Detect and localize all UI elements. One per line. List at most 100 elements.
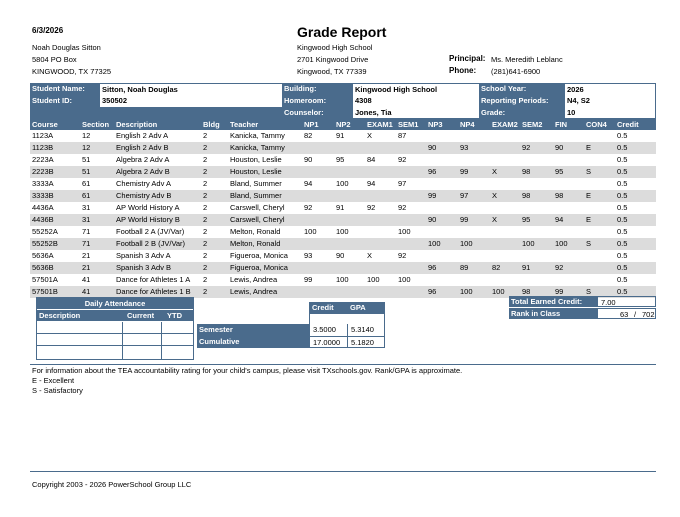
- table-cell: S: [586, 167, 592, 176]
- cumulative-credit: 17.0000: [309, 336, 347, 348]
- col-header: Course: [32, 120, 58, 129]
- attendance-title: Daily Attendance: [37, 298, 193, 309]
- table-cell: 0.5: [617, 155, 628, 164]
- col-header: FIN: [555, 120, 568, 129]
- attendance-col: Current: [127, 311, 155, 320]
- table-cell: 0.5: [617, 215, 628, 224]
- col-header: NP3: [428, 120, 443, 129]
- phone-label: Phone:: [449, 66, 477, 75]
- table-cell: 0.5: [617, 251, 628, 260]
- table-cell: 0.5: [617, 143, 628, 152]
- table-cell: 51: [82, 167, 91, 176]
- grades-table: Course Section Description Bldg Teacher …: [30, 119, 656, 298]
- table-cell: Spanish 3 Adv B: [116, 263, 172, 272]
- table-cell: Carswell, Cheryl: [230, 203, 285, 212]
- counselor: Jones, Tia: [353, 107, 479, 119]
- table-cell: 100: [492, 287, 505, 296]
- table-cell: 21: [82, 251, 91, 260]
- table-cell: 61: [82, 191, 91, 200]
- table-cell: 100: [460, 287, 473, 296]
- student-address-line: Noah Douglas Sitton: [32, 43, 101, 52]
- attendance-col: YTD: [167, 311, 182, 320]
- col-header: Bldg: [203, 120, 220, 129]
- rank-of: 702: [642, 310, 655, 319]
- cumulative-label: Cumulative: [197, 336, 309, 348]
- table-cell: 90: [304, 155, 313, 164]
- table-cell: 92: [555, 263, 564, 272]
- table-row: 55252B 71 Football 2 B (JV/Var) 2 Melton, Ro…: [30, 238, 656, 250]
- page-title: Grade Report: [297, 24, 387, 40]
- report-date: 6/3/2026: [32, 26, 64, 35]
- student-id: 350502: [100, 95, 282, 107]
- table-row: 4436A 31 AP World History A 2 Carswell, Cher…: [30, 202, 656, 214]
- table-cell: 5636B: [32, 263, 54, 272]
- table-cell: Figueroa, Monica: [230, 251, 288, 260]
- info-blank: [30, 107, 282, 119]
- table-cell: 100: [555, 239, 568, 248]
- table-cell: 0.5: [617, 203, 628, 212]
- cumulative-gpa: 5.1820: [347, 336, 385, 348]
- table-cell: 99: [460, 167, 469, 176]
- table-row: 3333B 61 Chemistry Adv B 2 Bland, Summer 99 97…: [30, 190, 656, 202]
- col-header: EXAM2: [492, 120, 518, 129]
- table-cell: 98: [522, 191, 531, 200]
- student-info-table: Student Name: Sitton, Noah Douglas Stude…: [30, 83, 656, 119]
- col-header: NP1: [304, 120, 319, 129]
- table-cell: 2: [203, 227, 208, 236]
- table-cell: 31: [82, 215, 91, 224]
- table-cell: English 2 Adv B: [116, 143, 169, 152]
- table-cell: 4436B: [32, 215, 54, 224]
- table-cell: 96: [428, 263, 437, 272]
- table-cell: 94: [555, 215, 564, 224]
- table-cell: Dance for Athletes 1 A: [116, 275, 191, 284]
- table-cell: 100: [367, 275, 380, 284]
- school-year-label: School Year:: [479, 83, 565, 95]
- table-cell: 84: [367, 155, 376, 164]
- student-address-line: KINGWOOD, TX 77325: [32, 67, 112, 76]
- table-cell: 71: [82, 227, 91, 236]
- attendance-grid: [37, 322, 193, 360]
- homeroom: 4308: [353, 95, 479, 107]
- table-cell: 2: [203, 215, 208, 224]
- table-cell: Kanicka, Tammy: [230, 143, 285, 152]
- table-cell: 97: [398, 179, 407, 188]
- grade: 10: [565, 107, 656, 119]
- col-header: Description: [116, 120, 158, 129]
- table-cell: Bland, Summer: [230, 179, 282, 188]
- gpa-box: Credit GPA Semester 3.5000 5.3140 Cumula…: [197, 302, 385, 350]
- table-cell: 82: [304, 131, 313, 140]
- tea-note: For information about the TEA accountabi…: [32, 366, 463, 375]
- rank-value: 63 / 702: [597, 308, 656, 319]
- grade-label: Grade:: [479, 107, 565, 119]
- table-cell: 99: [304, 275, 313, 284]
- table-cell: 2: [203, 143, 208, 152]
- table-cell: 51: [82, 155, 91, 164]
- copyright: Copyright 2003 - 2026 PowerSchool Group …: [32, 480, 192, 489]
- table-row: 2223A 51 Algebra 2 Adv A 2 Houston, Leslie 90…: [30, 154, 656, 166]
- table-cell: 0.5: [617, 179, 628, 188]
- table-cell: E: [586, 215, 592, 224]
- table-cell: 100: [336, 227, 349, 236]
- table-cell: Melton, Ronald: [230, 239, 281, 248]
- table-cell: 94: [304, 179, 313, 188]
- table-cell: 0.5: [617, 191, 628, 200]
- table-cell: 92: [398, 155, 407, 164]
- table-cell: 2: [203, 203, 208, 212]
- table-cell: X: [367, 131, 373, 140]
- table-cell: 92: [398, 251, 407, 260]
- table-cell: X: [492, 167, 498, 176]
- student-address-line: 5804 PO Box: [32, 55, 77, 64]
- table-cell: 100: [304, 227, 317, 236]
- table-cell: Chemistry Adv B: [116, 191, 172, 200]
- table-cell: 100: [398, 227, 411, 236]
- table-cell: 41: [82, 275, 91, 284]
- col-header: SEM2: [522, 120, 543, 129]
- table-cell: Bland, Summer: [230, 191, 282, 200]
- gpa-credit-label: Credit: [309, 302, 347, 314]
- school-address-line: Kingwood High School: [297, 43, 373, 52]
- table-cell: 2: [203, 275, 208, 284]
- table-cell: X: [492, 191, 498, 200]
- school-address-line: Kingwood, TX 77339: [297, 67, 367, 76]
- homeroom-label: Homeroom:: [282, 95, 353, 107]
- legend-excellent: E - Excellent: [32, 376, 75, 385]
